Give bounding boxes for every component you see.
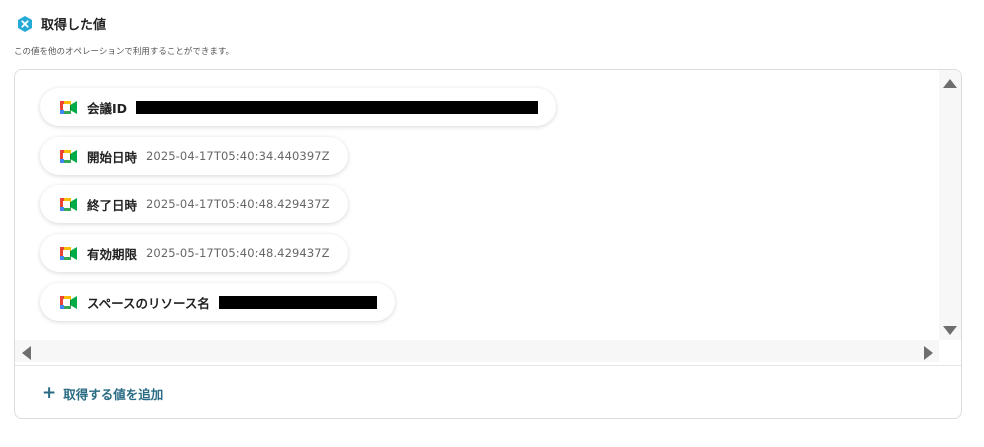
value-chip-end-time[interactable]: 終了日時 2025-04-17T05:40:48.429437Z <box>40 185 348 223</box>
section-title: 取得した値 <box>41 18 107 33</box>
chip-label: 開始日時 <box>87 149 138 165</box>
vertical-scrollbar[interactable] <box>939 70 961 340</box>
value-chip-start-time[interactable]: 開始日時 2025-04-17T05:40:34.440397Z <box>40 137 348 175</box>
scroll-down-icon[interactable] <box>943 326 957 335</box>
value-chip-space-resource-name[interactable]: スペースのリソース名 <box>40 283 395 321</box>
google-meet-icon <box>60 246 77 260</box>
chip-label: スペースのリソース名 <box>87 295 210 311</box>
chip-label: 有効期限 <box>87 246 138 262</box>
scroll-up-icon[interactable] <box>943 79 957 88</box>
chip-label: 終了日時 <box>87 197 138 213</box>
add-value-label: 取得する値を追加 <box>63 387 164 402</box>
value-chip-expiration[interactable]: 有効期限 2025-05-17T05:40:48.429437Z <box>40 234 348 272</box>
scroll-right-icon[interactable] <box>924 346 933 360</box>
add-value-button[interactable]: + 取得する値を追加 <box>42 384 163 403</box>
google-meet-icon <box>60 149 77 163</box>
section-header: 取得した値 <box>16 14 106 33</box>
plus-icon: + <box>42 383 57 403</box>
google-meet-icon <box>60 197 77 211</box>
scroll-left-icon[interactable] <box>22 346 31 360</box>
divider <box>15 365 961 366</box>
google-meet-icon <box>60 100 77 114</box>
values-panel: 会議ID 開始日時 2025-04-17T05:40:34.440397Z 終了… <box>14 69 962 419</box>
chip-value: 2025-05-17T05:40:48.429437Z <box>146 246 330 260</box>
chip-value: 2025-04-17T05:40:48.429437Z <box>146 197 330 211</box>
section-description: この値を他のオペレーションで利用することができます。 <box>14 47 234 57</box>
redacted-value <box>136 100 539 114</box>
google-meet-icon <box>60 295 77 309</box>
redacted-value <box>218 295 377 309</box>
value-chip-meeting-id[interactable]: 会議ID <box>40 88 557 126</box>
hex-x-icon <box>18 15 32 32</box>
values-scroll-area: 会議ID 開始日時 2025-04-17T05:40:34.440397Z 終了… <box>15 70 961 365</box>
chip-label: 会議ID <box>87 100 128 116</box>
horizontal-scrollbar[interactable] <box>15 340 939 362</box>
chip-value: 2025-04-17T05:40:34.440397Z <box>146 149 330 163</box>
